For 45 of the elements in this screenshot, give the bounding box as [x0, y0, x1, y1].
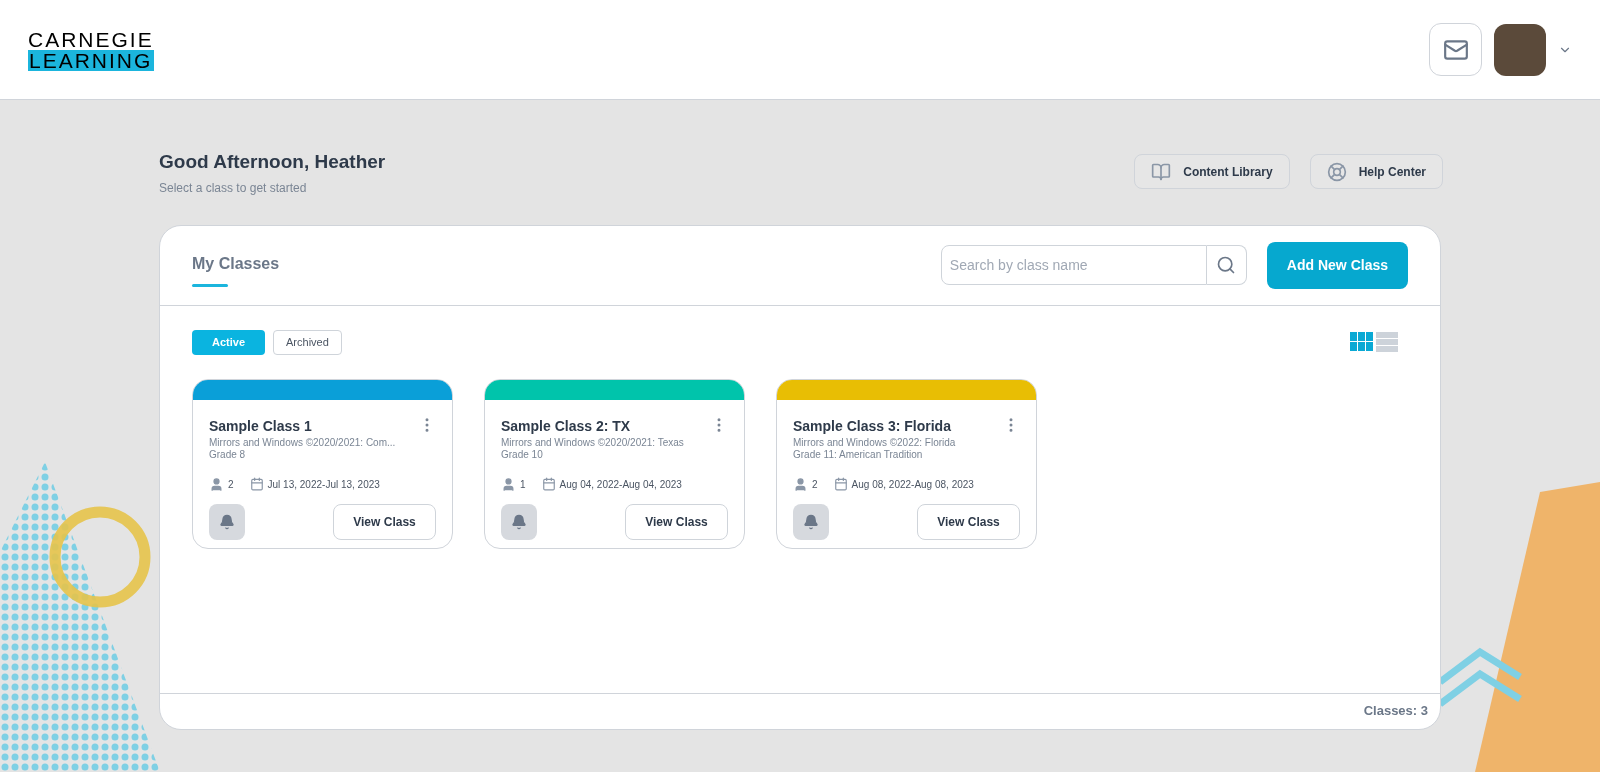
avatar[interactable]: [1494, 23, 1546, 76]
student-count: 2: [228, 477, 234, 492]
notification-button[interactable]: [501, 503, 537, 540]
view-class-button[interactable]: View Class: [625, 503, 728, 540]
view-class-button[interactable]: View Class: [333, 503, 436, 540]
person-icon: [793, 476, 808, 492]
student-count: 1: [520, 477, 526, 492]
bell-icon: [219, 513, 235, 530]
student-count: 2: [812, 477, 818, 492]
bell-icon: [511, 513, 527, 530]
class-name: Sample Class 3: Florida: [793, 416, 951, 436]
class-grade: Grade 10: [501, 448, 544, 461]
person-icon: [209, 476, 224, 492]
grid-view-icon[interactable]: [1350, 332, 1374, 352]
calendar-icon: [249, 477, 264, 491]
quick-link-button[interactable]: Content Library: [1134, 154, 1290, 189]
class-count: Classes: 3: [1363, 702, 1428, 721]
book-icon: [1151, 161, 1172, 182]
help-icon: [1326, 161, 1347, 182]
search-button[interactable]: [1206, 245, 1247, 285]
class-dates: Aug 04, 2022-Aug 04, 2023: [559, 477, 682, 492]
notification-button[interactable]: [209, 503, 245, 540]
filter-tab[interactable]: Archived: [273, 329, 342, 355]
class-grade: Grade 8: [209, 448, 247, 461]
view-class-button[interactable]: View Class: [917, 503, 1020, 540]
calendar-icon: [541, 477, 556, 491]
search-field[interactable]: Search by class name: [940, 245, 1207, 285]
greeting-title: Good Afternoon, Heather: [159, 150, 386, 174]
class-grade: Grade 11: American Tradition: [793, 448, 924, 461]
calendar-icon: [833, 477, 848, 491]
class-curriculum: Mirrors and Windows ©2022: Florida: [793, 436, 957, 449]
person-icon: [501, 476, 516, 492]
notification-button[interactable]: [793, 503, 829, 540]
class-dates: Aug 08, 2022-Aug 08, 2023: [851, 477, 974, 492]
greeting-subtitle: Select a class to get started: [159, 179, 308, 197]
bell-icon: [803, 513, 819, 530]
class-curriculum: Mirrors and Windows ©2020/2021: Texas: [501, 436, 685, 449]
quick-link-button[interactable]: Help Center: [1309, 154, 1443, 189]
search-icon: [1216, 255, 1237, 275]
class-name: Sample Class 2: TX: [501, 416, 631, 436]
class-name: Sample Class 1: [209, 416, 312, 436]
class-curriculum: Mirrors and Windows ©2020/2021: Com...: [209, 436, 397, 449]
my-classes-tab[interactable]: My Classes: [192, 251, 280, 287]
mail-button[interactable]: [1429, 23, 1482, 76]
class-dates: Jul 13, 2022-Jul 13, 2023: [267, 477, 380, 492]
